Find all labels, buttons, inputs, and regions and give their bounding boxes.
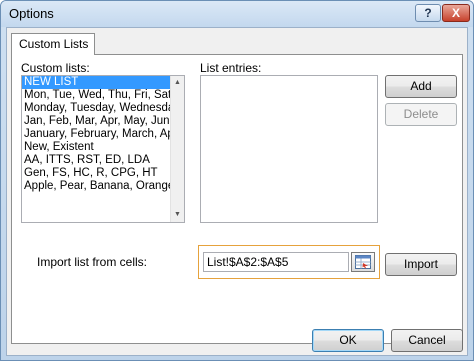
list-item[interactable]: Mon, Tue, Wed, Thu, Fri, Sat, Su — [22, 89, 184, 102]
ok-button[interactable]: OK — [312, 329, 384, 352]
list-item[interactable]: Monday, Tuesday, Wednesday, T — [22, 102, 184, 115]
scroll-down-arrow-icon[interactable]: ▼ — [171, 208, 184, 222]
add-button[interactable]: Add — [385, 75, 457, 98]
help-button[interactable]: ? — [415, 4, 441, 22]
list-entries-textarea[interactable] — [200, 75, 378, 223]
custom-lists-scrollbar[interactable]: ▲ ▼ — [170, 76, 184, 222]
options-dialog: Options ? X Custom Lists Custom lists: L… — [0, 0, 474, 361]
custom-lists-label: Custom lists: — [21, 61, 90, 75]
title-bar[interactable]: Options ? X — [1, 1, 473, 27]
list-entries-label: List entries: — [200, 61, 262, 75]
list-item[interactable]: New, Existent — [22, 141, 184, 154]
dialog-body: Custom Lists Custom lists: List entries:… — [6, 27, 468, 356]
import-list-label: Import list from cells: — [37, 255, 148, 269]
close-button[interactable]: X — [442, 4, 470, 22]
custom-lists-listbox[interactable]: NEW LIST Mon, Tue, Wed, Thu, Fri, Sat, S… — [21, 75, 185, 223]
tab-custom-lists[interactable]: Custom Lists — [11, 33, 95, 55]
import-range-field: List!$A$2:$A$5 — [198, 245, 380, 279]
list-item[interactable]: Apple, Pear, Banana, Orange — [22, 180, 184, 193]
cancel-button[interactable]: Cancel — [391, 329, 463, 352]
list-item[interactable]: Gen, FS, HC, R, CPG, HT — [22, 167, 184, 180]
custom-lists-panel: Custom lists: List entries: NEW LIST Mon… — [11, 54, 463, 344]
scroll-up-arrow-icon[interactable]: ▲ — [171, 76, 184, 90]
collapse-dialog-icon[interactable] — [351, 252, 375, 272]
import-range-input[interactable]: List!$A$2:$A$5 — [203, 252, 349, 272]
window-title: Options — [9, 6, 54, 21]
delete-button[interactable]: Delete — [385, 103, 457, 126]
list-item[interactable]: NEW LIST — [22, 76, 172, 89]
list-item[interactable]: AA, ITTS, RST, ED, LDA — [22, 154, 184, 167]
list-item[interactable]: January, February, March, April — [22, 128, 184, 141]
list-item[interactable]: Jan, Feb, Mar, Apr, May, Jun, Ju — [22, 115, 184, 128]
import-button[interactable]: Import — [385, 253, 457, 276]
